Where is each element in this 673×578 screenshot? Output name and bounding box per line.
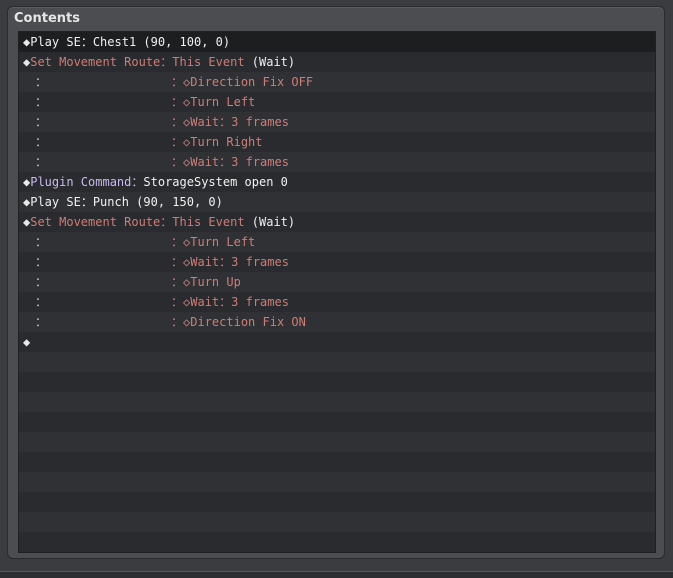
route-step: ：◇Wait：3 frames	[171, 292, 289, 312]
separator: ：	[171, 235, 184, 249]
empty-row	[19, 432, 655, 452]
separator: ：	[171, 75, 184, 89]
separator: ：	[171, 135, 184, 149]
route-step-text: Wait：3 frames	[190, 115, 289, 129]
command-row[interactable]: ：：◇Turn Left	[19, 232, 655, 252]
route-step-text: Turn Right	[190, 135, 263, 149]
separator: ：	[171, 95, 184, 109]
route-step-text: Turn Left	[190, 95, 256, 109]
route-step: ：◇Turn Right	[171, 132, 263, 152]
command-row[interactable]: ◆	[19, 332, 655, 352]
command-row[interactable]: ：：◇Wait：3 frames	[19, 112, 655, 132]
command-row[interactable]: ：：◇Wait：3 frames	[19, 152, 655, 172]
route-step-text: Wait：3 frames	[190, 295, 289, 309]
command-row[interactable]: ：：◇Direction Fix ON	[19, 312, 655, 332]
empty-row	[19, 392, 655, 412]
route-step: ：◇Turn Up	[171, 272, 241, 292]
command-row[interactable]: ：：◇Turn Left	[19, 92, 655, 112]
separator: ：	[160, 55, 173, 69]
continuation-mark: ：	[35, 255, 48, 269]
continuation-mark: ：	[35, 155, 48, 169]
route-step: ：◇Direction Fix OFF	[171, 72, 313, 92]
empty-row	[19, 492, 655, 512]
command-row[interactable]: ：：◇Wait：3 frames	[19, 292, 655, 312]
command-row[interactable]: ◆Set Movement Route：This Event (Wait)	[19, 212, 655, 232]
continuation-mark: ：	[35, 235, 48, 249]
command-value: This Event	[172, 215, 245, 229]
command-row[interactable]: ◆Set Movement Route：This Event (Wait)	[19, 52, 655, 72]
route-step-text: Turn Left	[190, 235, 256, 249]
empty-row	[19, 472, 655, 492]
command-value: StorageSystem open 0	[143, 175, 288, 189]
command-row[interactable]: ：：◇Turn Right	[19, 132, 655, 152]
route-step-text: Wait：3 frames	[190, 155, 289, 169]
command-row[interactable]: ：：◇Turn Up	[19, 272, 655, 292]
panel-title: Contents	[14, 11, 80, 26]
command-extra: (Wait)	[244, 55, 296, 69]
command-name: Plugin Command	[30, 175, 132, 189]
diamond-icon: ◆	[23, 335, 31, 349]
route-step-text: Direction Fix ON	[190, 315, 306, 329]
empty-row	[19, 452, 655, 472]
separator: ：	[131, 175, 144, 189]
route-step: ：◇Wait：3 frames	[171, 112, 289, 132]
separator: ：	[160, 215, 173, 229]
route-step: ：◇Wait：3 frames	[171, 252, 289, 272]
empty-row	[19, 372, 655, 392]
command-row[interactable]: ：：◇Wait：3 frames	[19, 252, 655, 272]
continuation-mark: ：	[35, 275, 48, 289]
command-name: Play SE	[30, 195, 81, 209]
command-row[interactable]: ◆Plugin Command：StorageSystem open 0	[19, 172, 655, 192]
route-step-text: Turn Up	[190, 275, 241, 289]
separator: ：	[80, 195, 93, 209]
empty-row	[19, 532, 655, 552]
command-value: This Event	[172, 55, 245, 69]
contents-panel: Contents ◆Play SE：Chest1 (90, 100, 0) ◆Se…	[7, 6, 665, 559]
command-row[interactable]: ◆Play SE：Punch (90, 150, 0)	[19, 192, 655, 212]
route-step: ：◇Wait：3 frames	[171, 152, 289, 172]
route-step-text: Direction Fix OFF	[190, 75, 314, 89]
command-value: Punch (90, 150, 0)	[92, 195, 223, 209]
route-step: ：◇Direction Fix ON	[171, 312, 306, 332]
separator: ：	[171, 115, 184, 129]
separator: ：	[171, 275, 184, 289]
command-name: Play SE	[30, 35, 81, 49]
command-name: Set Movement Route	[30, 55, 161, 69]
continuation-mark: ：	[35, 115, 48, 129]
separator: ：	[171, 155, 184, 169]
empty-row	[19, 352, 655, 372]
continuation-mark: ：	[35, 95, 48, 109]
event-command-list[interactable]: ◆Play SE：Chest1 (90, 100, 0) ◆Set Movemen…	[18, 31, 656, 553]
separator: ：	[171, 295, 184, 309]
route-step: ：◇Turn Left	[171, 92, 255, 112]
continuation-mark: ：	[35, 135, 48, 149]
empty-row	[19, 512, 655, 532]
empty-row	[19, 412, 655, 432]
separator: ：	[171, 315, 184, 329]
continuation-mark: ：	[35, 295, 48, 309]
route-step: ：◇Turn Left	[171, 232, 255, 252]
command-value: Chest1 (90, 100, 0)	[92, 35, 231, 49]
command-row[interactable]: ：：◇Direction Fix OFF	[19, 72, 655, 92]
command-name: Set Movement Route	[30, 215, 161, 229]
continuation-mark: ：	[35, 315, 48, 329]
continuation-mark: ：	[35, 75, 48, 89]
command-extra: (Wait)	[244, 215, 296, 229]
separator: ：	[171, 255, 184, 269]
command-row[interactable]: ◆Play SE：Chest1 (90, 100, 0)	[19, 32, 655, 52]
separator: ：	[80, 35, 93, 49]
route-step-text: Wait：3 frames	[190, 255, 289, 269]
